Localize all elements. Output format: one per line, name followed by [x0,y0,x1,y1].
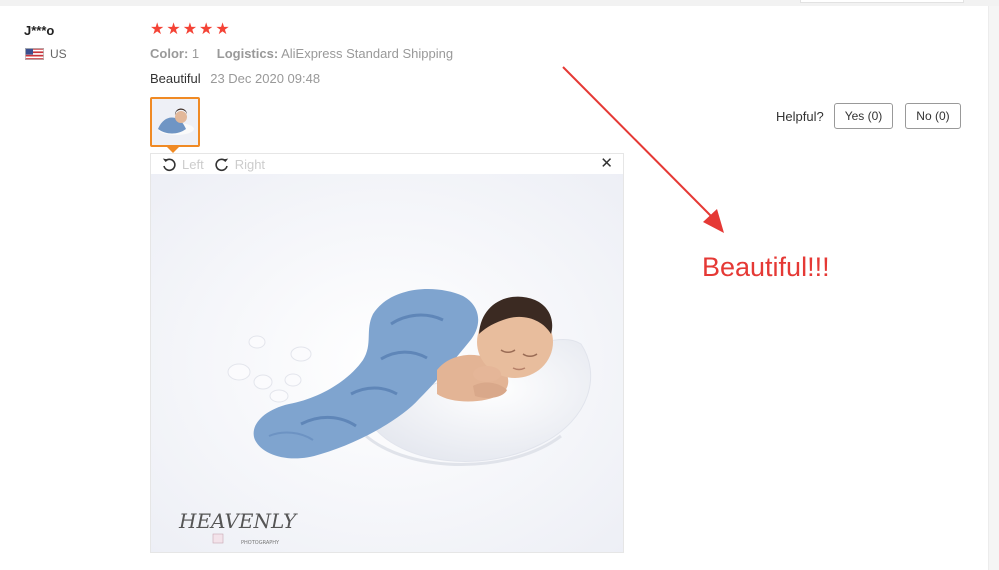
review-photo-thumbnail[interactable] [150,97,200,147]
helpful-label: Helpful? [776,108,824,124]
thumbnail-image [152,99,198,145]
star-icon: ★ [166,21,181,38]
reviewer-country: US [25,47,67,61]
photo-watermark: HEAVENLY [178,509,298,533]
photo-watermark-sub: PHOTOGRAPHY [241,540,280,546]
star-icon: ★ [199,21,214,38]
color-value: 1 [191,46,200,61]
us-flag-icon [25,48,44,60]
rotate-right-button[interactable]: Right [214,156,265,172]
star-icon: ★ [215,21,230,38]
photo-viewer: Left Right ✕ HEAVENLY PHOTOGRAPHY [150,153,624,553]
close-viewer-button[interactable]: ✕ [600,156,613,171]
helpful-no-button[interactable]: No (0) [905,103,961,129]
helpful-votes: Helpful? Yes (0) No (0) [776,103,961,129]
review-photo: HEAVENLY PHOTOGRAPHY [151,174,623,552]
review-date: 23 Dec 2020 09:48 [210,71,321,86]
rotate-right-icon [215,158,228,172]
country-code: US [50,47,67,61]
helpful-yes-button[interactable]: Yes (0) [833,103,894,129]
review-line: Beautiful 23 Dec 2020 09:48 [150,71,320,86]
annotation-text: Beautiful!!! [702,252,830,282]
reviewer-name: J***o [24,23,55,38]
star-icon: ★ [150,21,165,38]
rotate-left-label: Left [182,156,204,172]
viewer-toolbar: Left Right ✕ [151,154,623,174]
logistics-label: Logistics: [216,46,279,61]
order-info: Color: 1 Logistics: AliExpress Standard … [150,46,453,61]
review-text: Beautiful [150,71,201,86]
star-rating: ★ ★ ★ ★ ★ [150,22,230,38]
rotate-left-button[interactable]: Left [161,156,204,172]
logistics-value: AliExpress Standard Shipping [281,46,454,61]
top-tab[interactable] [800,0,964,3]
color-label: Color: [150,46,189,61]
rotate-left-icon [162,158,176,172]
star-icon: ★ [182,21,198,38]
rotate-right-label: Right [234,156,266,172]
